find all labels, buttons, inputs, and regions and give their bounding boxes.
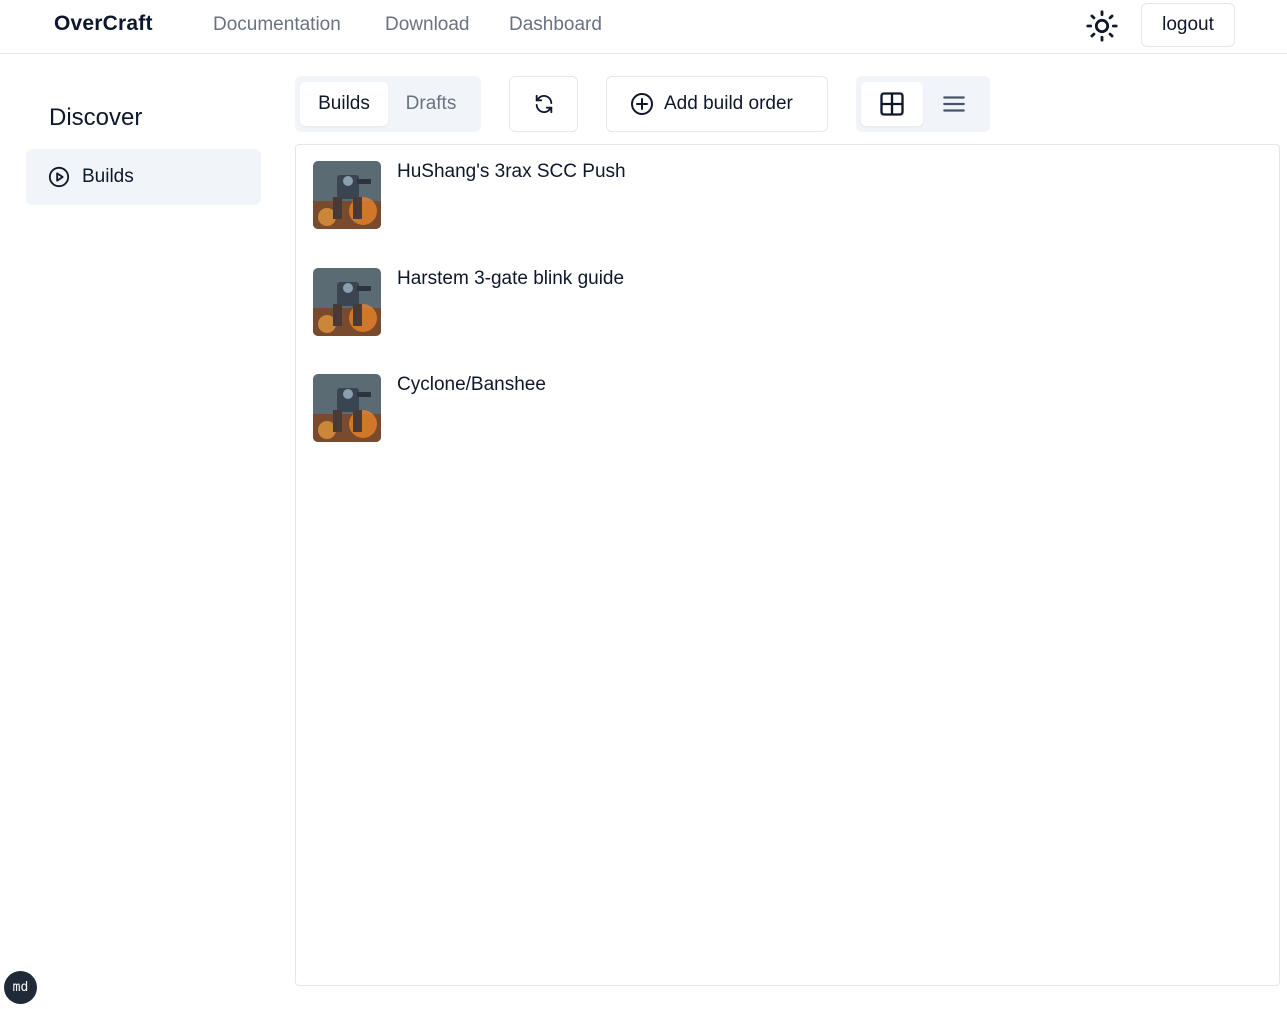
- build-title: HuShang's 3rax SCC Push: [397, 161, 626, 182]
- nav-link-download[interactable]: Download: [385, 14, 470, 36]
- list-item[interactable]: Harstem 3-gate blink guide: [313, 268, 1013, 336]
- build-thumbnail: [313, 374, 381, 442]
- nav-link-documentation[interactable]: Documentation: [213, 14, 341, 36]
- sidebar-item-label: Builds: [82, 166, 134, 187]
- theme-toggle-button[interactable]: [1082, 6, 1122, 46]
- build-thumbnail: [313, 268, 381, 336]
- nav-link-dashboard[interactable]: Dashboard: [509, 14, 602, 36]
- sun-icon: [1086, 10, 1118, 42]
- plus-circle-icon: [631, 93, 653, 115]
- view-mode-toggle: [856, 76, 990, 132]
- build-title: Cyclone/Banshee: [397, 374, 546, 395]
- tab-builds[interactable]: Builds: [300, 82, 388, 126]
- list-item[interactable]: Cyclone/Banshee: [313, 374, 1013, 442]
- play-circle-icon: [48, 166, 70, 188]
- build-title: Harstem 3-gate blink guide: [397, 268, 625, 289]
- sidebar-heading: Discover: [49, 104, 143, 131]
- tab-list: Builds Drafts: [295, 76, 481, 132]
- add-build-order-button[interactable]: Add build order: [606, 76, 828, 132]
- build-list: HuShang's 3rax SCC Push Harstem 3-gate b…: [295, 144, 1280, 986]
- grid-view-button[interactable]: [861, 82, 923, 126]
- build-thumbnail: [313, 161, 381, 229]
- list-icon: [943, 96, 965, 112]
- list-view-button[interactable]: [923, 82, 985, 126]
- add-build-order-label: Add build order: [664, 93, 793, 114]
- grid-icon: [880, 92, 904, 116]
- brand-logo[interactable]: OverCraft: [54, 12, 153, 36]
- sidebar-item-builds[interactable]: Builds: [26, 149, 261, 205]
- tab-drafts[interactable]: Drafts: [392, 82, 470, 126]
- top-nav: OverCraft Documentation Download Dashboa…: [0, 0, 1287, 54]
- logout-button[interactable]: logout: [1141, 3, 1235, 47]
- refresh-icon: [535, 94, 552, 114]
- md-badge[interactable]: md: [4, 971, 37, 1004]
- refresh-button[interactable]: [509, 76, 578, 132]
- list-item[interactable]: HuShang's 3rax SCC Push: [313, 161, 1013, 229]
